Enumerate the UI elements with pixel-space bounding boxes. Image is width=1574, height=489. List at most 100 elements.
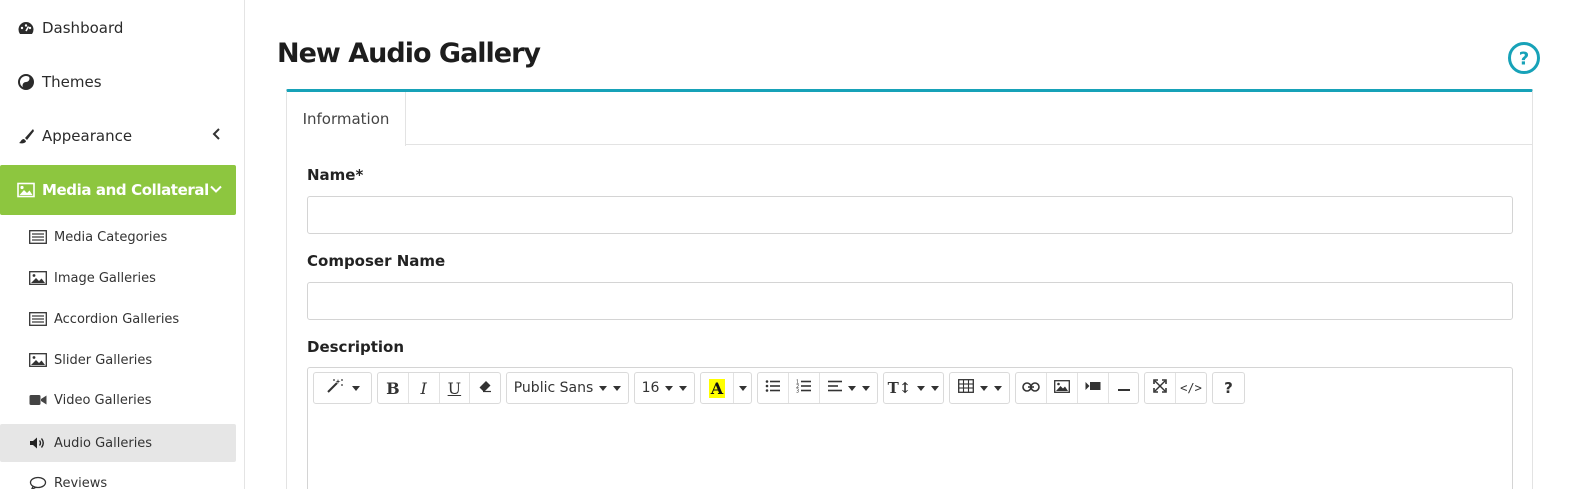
caret-down-icon <box>679 385 688 391</box>
sidebar-item-media-categories[interactable]: Media Categories <box>0 218 236 256</box>
code-view-button[interactable]: </> <box>1176 373 1206 403</box>
font-size-value: 16 <box>641 380 660 396</box>
bold-button[interactable]: B <box>378 373 409 403</box>
sidebar-item-media-and-collateral[interactable]: Media and Collateral <box>0 165 236 215</box>
sidebar-item-label: Appearance <box>42 127 133 145</box>
sidebar-item-video-galleries[interactable]: Video Galleries <box>0 381 236 419</box>
code-icon: </> <box>1180 381 1202 395</box>
chevron-left-icon <box>212 128 222 144</box>
svg-text:3: 3 <box>796 389 799 394</box>
tab-bar: Information <box>287 92 1532 146</box>
sidebar-item-image-galleries[interactable]: Image Galleries <box>0 259 236 297</box>
font-size-group: 16 <box>634 372 695 404</box>
color-dropdown-button[interactable] <box>734 373 751 403</box>
description-editor: B I U Public Sans 16 A 1 2 3 T↕ </> ? <box>307 367 1513 489</box>
paragraph-group: 123 <box>757 372 878 404</box>
page-title: New Audio Gallery <box>277 38 541 69</box>
caret-down-icon <box>847 385 856 391</box>
style-dropdown-button[interactable] <box>314 373 371 403</box>
underline-button[interactable]: U <box>440 373 471 403</box>
brush-icon <box>16 126 36 146</box>
sidebar-sub-label: Audio Galleries <box>54 435 153 451</box>
ordered-list-button[interactable]: 123 <box>789 373 820 403</box>
sidebar-item-label: Themes <box>42 73 102 91</box>
form-panel: Information Name* Composer Name Descript… <box>286 89 1533 489</box>
sidebar-item-slider-galleries[interactable]: Slider Galleries <box>0 341 236 379</box>
editor-content-area[interactable] <box>308 412 1512 489</box>
sidebar-sub-label: Media Categories <box>54 229 168 245</box>
list-ul-icon <box>765 379 781 397</box>
sidebar-sub-label: Accordion Galleries <box>54 311 180 327</box>
image-icon <box>28 352 48 368</box>
insert-group <box>1015 372 1139 404</box>
dashboard-icon <box>16 18 36 38</box>
font-family-group: Public Sans <box>506 372 629 404</box>
image-icon <box>28 270 48 286</box>
list-icon <box>28 229 48 245</box>
highlight-color-button[interactable]: A <box>701 373 734 403</box>
font-size-dropdown[interactable]: 16 <box>635 373 694 403</box>
unordered-list-button[interactable] <box>758 373 789 403</box>
align-dropdown-button[interactable] <box>820 373 877 403</box>
color-group: A <box>700 372 752 404</box>
table-icon <box>957 379 974 397</box>
sidebar-item-appearance[interactable]: Appearance <box>0 111 236 161</box>
picture-icon <box>1054 379 1070 397</box>
insert-link-button[interactable] <box>1016 373 1047 403</box>
sidebar: Dashboard Themes Appearance Media and Co… <box>0 0 245 489</box>
caret-down-icon <box>979 385 988 391</box>
line-height-dropdown[interactable]: T↕ <box>884 373 943 403</box>
sidebar-item-audio-galleries[interactable]: Audio Galleries <box>0 424 236 462</box>
list-ol-icon: 123 <box>796 379 812 397</box>
magic-wand-icon <box>326 378 346 398</box>
minus-icon <box>1117 380 1131 396</box>
comment-icon <box>28 475 48 489</box>
name-label: Name* <box>307 166 364 184</box>
sidebar-item-label: Dashboard <box>42 19 124 37</box>
chevron-down-icon <box>210 182 222 198</box>
video-icon <box>28 392 48 408</box>
volume-icon <box>28 435 48 451</box>
composer-name-label: Composer Name <box>307 252 446 270</box>
name-field[interactable] <box>307 196 1513 234</box>
table-dropdown[interactable] <box>950 373 1009 403</box>
text-color-icon: A <box>708 378 726 398</box>
table-group <box>949 372 1010 404</box>
composer-name-field[interactable] <box>307 282 1513 320</box>
question-icon: ? <box>1224 379 1233 397</box>
expand-icon <box>1153 379 1167 397</box>
italic-button[interactable]: I <box>409 373 440 403</box>
svg-text:?: ? <box>1519 49 1529 70</box>
sidebar-sub-label: Slider Galleries <box>54 352 153 368</box>
insert-video-button[interactable] <box>1078 373 1109 403</box>
insert-picture-button[interactable] <box>1047 373 1078 403</box>
tab-information[interactable]: Information <box>287 92 406 146</box>
clear-format-button[interactable] <box>470 373 500 403</box>
horizontal-rule-button[interactable] <box>1109 373 1138 403</box>
link-icon <box>1022 380 1040 396</box>
caret-down-icon <box>351 385 360 391</box>
help-icon[interactable]: ? <box>1507 41 1541 75</box>
font-family-dropdown[interactable]: Public Sans <box>507 373 628 403</box>
sidebar-item-themes[interactable]: Themes <box>0 57 236 107</box>
caret-down-icon <box>665 385 674 391</box>
sidebar-item-label: Media and Collateral <box>42 181 209 199</box>
sidebar-item-dashboard[interactable]: Dashboard <box>0 3 236 53</box>
video-icon <box>1085 380 1101 396</box>
eraser-icon <box>478 379 492 397</box>
view-group: </> <box>1144 372 1207 404</box>
caret-down-icon <box>917 385 926 391</box>
text-height-icon: T↕ <box>887 379 912 397</box>
line-height-group: T↕ <box>883 372 944 404</box>
font-family-value: Public Sans <box>513 380 594 396</box>
app-window: Dashboard Themes Appearance Media and Co… <box>0 0 1574 489</box>
sidebar-item-accordion-galleries[interactable]: Accordion Galleries <box>0 300 236 338</box>
editor-help-button[interactable]: ? <box>1213 373 1244 403</box>
image-icon <box>16 180 36 200</box>
caret-down-icon <box>861 385 870 391</box>
sidebar-sub-label: Reviews <box>54 475 108 489</box>
description-label: Description <box>307 338 405 356</box>
sidebar-item-reviews[interactable]: Reviews <box>0 464 236 489</box>
help-group: ? <box>1212 372 1245 404</box>
fullscreen-button[interactable] <box>1145 373 1176 403</box>
